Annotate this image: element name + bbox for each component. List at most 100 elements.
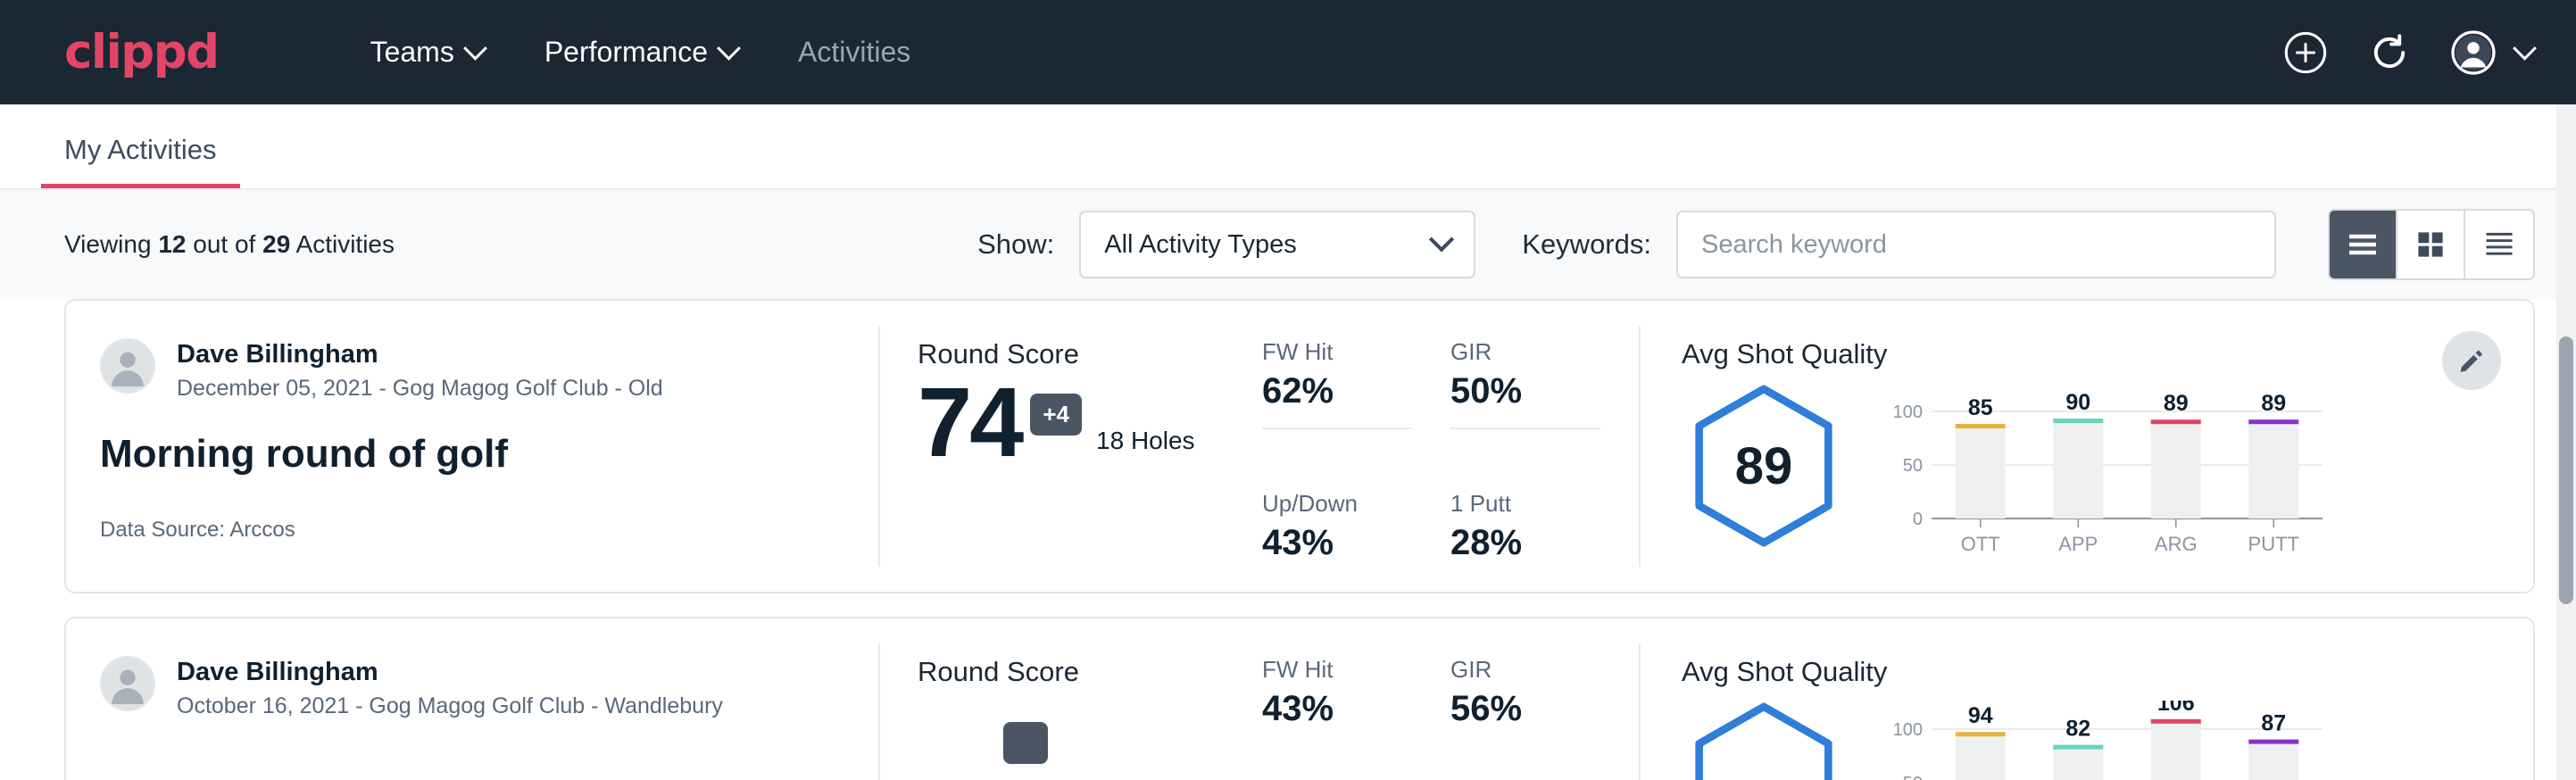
- pencil-icon: [2456, 345, 2487, 376]
- round-score-label: Round Score: [918, 338, 1255, 370]
- chevron-down-icon: [463, 37, 487, 61]
- data-source: Data Source: Arccos: [100, 518, 878, 543]
- edit-activity-button[interactable]: [2442, 331, 2501, 390]
- round-score-value-row: 74 +4 18 Holes: [918, 378, 1255, 468]
- shot-quality-chart: 050100 94OTT82APP106ARG87PUTT: [1876, 701, 2323, 780]
- stat-value: 56%: [1450, 689, 1639, 729]
- account-menu[interactable]: [2450, 29, 2533, 76]
- nav-item-activities[interactable]: Activities: [768, 36, 941, 69]
- activity-card[interactable]: Dave Billingham October 16, 2021 - Gog M…: [64, 617, 2535, 780]
- round-stats: FW Hit 62% GIR 50% Up/Down 43% 1 Putt 28…: [1255, 301, 1639, 592]
- divider: [1450, 427, 1600, 429]
- stat-value: 43%: [1262, 523, 1450, 563]
- chevron-down-icon: [717, 37, 741, 61]
- view-mode-toggle: [2328, 209, 2535, 280]
- stat-value: 43%: [1262, 689, 1450, 729]
- viewing-count: 12: [158, 230, 186, 258]
- activity-card[interactable]: Dave Billingham December 05, 2021 - Gog …: [64, 299, 2535, 593]
- scrollbar-thumb[interactable]: [2559, 336, 2573, 604]
- filter-controls: Show: All Activity Types Keywords:: [977, 209, 2535, 280]
- round-score-value-row: [918, 695, 1255, 764]
- top-navigation-bar: clippd Teams Performance Activities: [0, 0, 2576, 104]
- tab-bar: My Activities: [0, 104, 2576, 190]
- round-score-value: 74: [918, 378, 1021, 468]
- stat-label: Up/Down: [1262, 490, 1450, 518]
- stat-value: 28%: [1450, 523, 1639, 563]
- viewing-prefix: Viewing: [64, 230, 152, 258]
- activity-list: Dave Billingham December 05, 2021 - Gog …: [0, 299, 2576, 780]
- activity-meta: December 05, 2021 - Gog Magog Golf Club …: [177, 376, 663, 402]
- activity-summary: Dave Billingham October 16, 2021 - Gog M…: [66, 618, 878, 780]
- activity-summary: Dave Billingham December 05, 2021 - Gog …: [66, 301, 878, 592]
- stat-one-putt: 1 Putt 28%: [1450, 490, 1639, 592]
- bar-chart: 050100 94OTT82APP106ARG87PUTT: [1876, 701, 2323, 780]
- holes-count: 18 Holes: [1096, 427, 1195, 455]
- svg-text:89: 89: [2261, 391, 2286, 416]
- player-header: Dave Billingham October 16, 2021 - Gog M…: [100, 656, 878, 719]
- svg-text:OTT: OTT: [1961, 533, 2000, 555]
- svg-text:50: 50: [1903, 774, 1923, 780]
- stat-fw-hit: FW Hit 43%: [1262, 656, 1450, 780]
- svg-text:106: 106: [2157, 701, 2195, 716]
- add-icon[interactable]: [2282, 29, 2329, 76]
- stat-up-down: Up/Down 43%: [1262, 490, 1450, 592]
- viewing-count-text: Viewing 12 out of 29 Activities: [64, 230, 395, 259]
- filter-bar: Viewing 12 out of 29 Activities Show: Al…: [0, 190, 2576, 299]
- stat-label: GIR: [1450, 338, 1639, 366]
- stat-label: 1 Putt: [1450, 490, 1639, 518]
- score-to-par-badge: +4: [1030, 394, 1082, 436]
- avatar: [100, 656, 155, 711]
- svg-text:100: 100: [1893, 720, 1923, 740]
- nav-item-label: Performance: [544, 36, 708, 69]
- avg-shot-quality-section: Avg Shot Quality 89 050100 85OTT90APP89A…: [1641, 301, 2533, 592]
- grid-icon: [2415, 229, 2446, 260]
- svg-text:82: 82: [2065, 717, 2090, 742]
- player-name: Dave Billingham: [177, 656, 723, 688]
- viewing-suffix: Activities: [296, 230, 395, 258]
- svg-text:50: 50: [1903, 456, 1923, 476]
- person-icon: [102, 340, 154, 392]
- round-score-label: Round Score: [918, 656, 1255, 688]
- svg-text:94: 94: [1968, 703, 1993, 728]
- person-icon: [102, 658, 154, 709]
- shot-quality-chart: 050100 85OTT90APP89ARG89PUTT: [1876, 383, 2323, 561]
- quality-hexagon: 89: [1682, 383, 1846, 549]
- stat-value: 50%: [1450, 371, 1639, 411]
- primary-nav: Teams Performance Activities: [340, 36, 942, 69]
- stat-label: FW Hit: [1262, 656, 1450, 684]
- svg-text:87: 87: [2261, 711, 2286, 736]
- hexagon-icon: [1682, 701, 1846, 780]
- nav-actions: [2282, 29, 2533, 76]
- grid-view-button[interactable]: [2397, 211, 2465, 278]
- stat-fw-hit: FW Hit 62%: [1262, 338, 1450, 474]
- compact-view-button[interactable]: [2465, 211, 2533, 278]
- svg-text:89: 89: [2164, 391, 2189, 416]
- round-score-section: Round Score: [880, 618, 1255, 780]
- list-view-button[interactable]: [2330, 211, 2397, 278]
- svg-text:PUTT: PUTT: [2248, 533, 2299, 555]
- quality-score: 89: [1682, 383, 1846, 549]
- page-scrollbar[interactable]: [2556, 104, 2576, 780]
- avg-shot-quality-label: Avg Shot Quality: [1682, 338, 2533, 370]
- nav-item-teams[interactable]: Teams: [340, 36, 514, 69]
- refresh-icon[interactable]: [2366, 29, 2413, 76]
- activity-type-select[interactable]: All Activity Types: [1079, 211, 1475, 278]
- activity-title: Morning round of golf: [100, 432, 878, 477]
- stat-label: GIR: [1450, 656, 1639, 684]
- chevron-down-icon: [1429, 227, 1454, 252]
- search-input[interactable]: [1676, 211, 2276, 278]
- avatar: [100, 338, 155, 394]
- svg-text:ARG: ARG: [2155, 533, 2198, 555]
- svg-text:0: 0: [1913, 510, 1923, 529]
- compact-list-icon: [2483, 230, 2515, 259]
- tab-my-activities[interactable]: My Activities: [41, 134, 240, 188]
- score-to-par-badge: [1003, 722, 1048, 764]
- app-logo[interactable]: clippd: [64, 29, 219, 76]
- keywords-label: Keywords:: [1522, 228, 1651, 261]
- chevron-down-icon: [2513, 37, 2537, 61]
- player-header: Dave Billingham December 05, 2021 - Gog …: [100, 338, 878, 402]
- player-name: Dave Billingham: [177, 338, 663, 370]
- stat-value: 62%: [1262, 371, 1450, 411]
- nav-item-label: Teams: [370, 36, 454, 69]
- nav-item-performance[interactable]: Performance: [514, 36, 768, 69]
